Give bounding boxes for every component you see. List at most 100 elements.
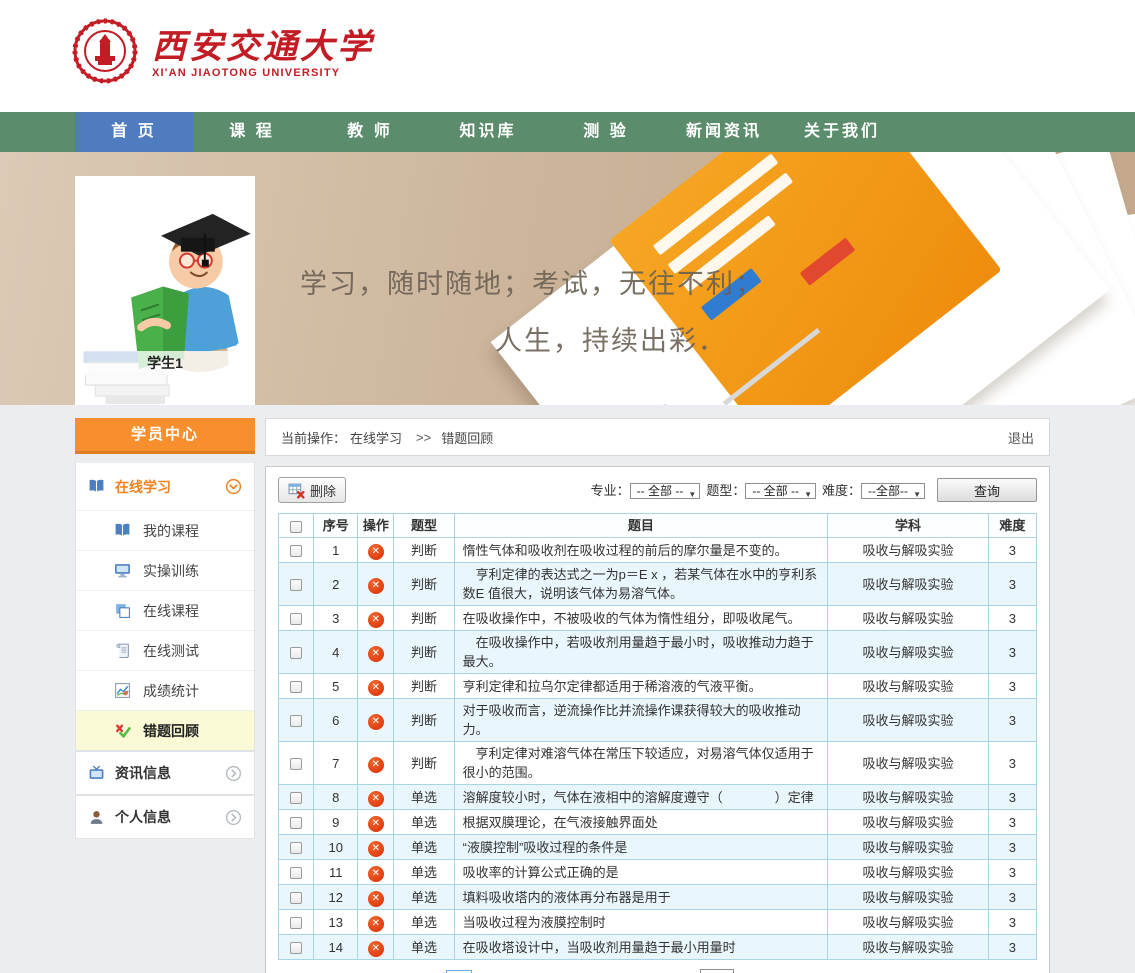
filter-select[interactable]: -- 全部 --	[630, 483, 701, 499]
filter-select[interactable]: -- 全部 --	[745, 483, 816, 499]
table-row: 9 ✕ 单选 根据双膜理论，在气液接触界面处 吸收与解吸实验 3	[279, 810, 1037, 835]
student-card[interactable]: 学生1	[75, 176, 255, 405]
sidebar-subitem[interactable]: 成绩统计	[76, 670, 254, 710]
row-checkbox-cell	[279, 860, 314, 885]
row-checkbox[interactable]	[290, 942, 302, 954]
logout-link[interactable]: 退出	[1008, 428, 1034, 447]
row-type: 判断	[394, 631, 454, 674]
sidebar-menu: 在线学习 我的课程 实操训练 在线课程 在线测试 成绩统计 错题回顾 资讯信息	[75, 462, 255, 839]
row-subject: 吸收与解吸实验	[828, 606, 989, 631]
sidebar-subitem[interactable]: 在线测试	[76, 630, 254, 670]
sidebar-subitem[interactable]: 实操训练	[76, 550, 254, 590]
select-all-checkbox[interactable]	[290, 521, 302, 533]
layers-icon	[114, 602, 131, 619]
delete-row-icon[interactable]: ✕	[368, 578, 384, 594]
row-question: 惰性气体和吸收剂在吸收过程的前后的摩尔量是不变的。	[454, 538, 827, 563]
header-question: 题目	[454, 514, 827, 538]
university-logo[interactable]: 西安交通大学 XI'AN JIAOTONG UNIVERSITY	[72, 18, 374, 89]
sidebar-subitem[interactable]: 在线课程	[76, 590, 254, 630]
delete-row-icon[interactable]: ✕	[368, 714, 384, 730]
query-button[interactable]: 查询	[937, 478, 1037, 502]
breadcrumb-prefix: 当前操作：	[281, 428, 346, 447]
row-subject: 吸收与解吸实验	[828, 785, 989, 810]
row-checkbox[interactable]	[290, 917, 302, 929]
row-checkbox[interactable]	[290, 792, 302, 804]
row-difficulty: 3	[988, 631, 1036, 674]
nav-item[interactable]: 教 师	[311, 112, 429, 152]
row-operation-cell: ✕	[358, 563, 394, 606]
delete-button[interactable]: 删除	[278, 477, 346, 503]
student-name-label: 学生1	[75, 351, 255, 375]
table-row: 1 ✕ 判断 惰性气体和吸收剂在吸收过程的前后的摩尔量是不变的。 吸收与解吸实验…	[279, 538, 1037, 563]
row-checkbox-cell	[279, 935, 314, 960]
nav-item[interactable]: 课 程	[193, 112, 311, 152]
row-checkbox[interactable]	[290, 892, 302, 904]
row-checkbox[interactable]	[290, 545, 302, 557]
row-question: 根据双膜理论，在气液接触界面处	[454, 810, 827, 835]
page-select[interactable]: 1	[700, 969, 734, 973]
row-checkbox[interactable]	[290, 715, 302, 727]
nav-item[interactable]: 首 页	[75, 112, 193, 152]
row-checkbox[interactable]	[290, 842, 302, 854]
row-question: 在吸收操作中，不被吸收的气体为惰性组分，即吸收尾气。	[454, 606, 827, 631]
row-checkbox[interactable]	[290, 867, 302, 879]
row-difficulty: 3	[988, 563, 1036, 606]
row-operation-cell: ✕	[358, 835, 394, 860]
row-checkbox-cell	[279, 810, 314, 835]
delete-row-icon[interactable]: ✕	[368, 544, 384, 560]
delete-row-icon[interactable]: ✕	[368, 841, 384, 857]
row-type: 单选	[394, 935, 454, 960]
sidebar-subitem[interactable]: 我的课程	[76, 510, 254, 550]
chevron-right-circle-icon	[225, 809, 242, 826]
chart-icon	[114, 682, 131, 699]
pagination: 共14条 第1页/共1页 每页 条 首 页 上一页 下一页 末 页 1	[278, 969, 1037, 973]
row-index: 3	[314, 606, 358, 631]
sidebar-subitem[interactable]: 错题回顾	[76, 710, 254, 750]
book-icon	[114, 522, 131, 539]
sidebar-header-student-center[interactable]: 学员中心	[75, 418, 255, 454]
sidebar-item-online-study[interactable]: 在线学习	[76, 462, 254, 510]
row-operation-cell: ✕	[358, 785, 394, 810]
delete-row-icon[interactable]: ✕	[368, 891, 384, 907]
delete-row-icon[interactable]: ✕	[368, 816, 384, 832]
row-difficulty: 3	[988, 674, 1036, 699]
table-row: 10 ✕ 单选 “液膜控制”吸收过程的条件是 吸收与解吸实验 3	[279, 835, 1037, 860]
breadcrumb-online-study[interactable]: 在线学习	[350, 428, 402, 447]
sidebar-subitem-label: 我的课程	[143, 521, 199, 541]
delete-row-icon[interactable]: ✕	[368, 916, 384, 932]
row-question: 在吸收操作中，若吸收剂用量趋于最小时，吸收推动力趋于最大。	[454, 631, 827, 674]
row-checkbox[interactable]	[290, 613, 302, 625]
delete-row-icon[interactable]: ✕	[368, 646, 384, 662]
row-checkbox[interactable]	[290, 647, 302, 659]
row-type: 判断	[394, 742, 454, 785]
sidebar-section[interactable]: 资讯信息	[76, 750, 254, 794]
filter-label: 题型：	[706, 483, 745, 498]
row-checkbox[interactable]	[290, 758, 302, 770]
row-operation-cell: ✕	[358, 699, 394, 742]
delete-row-icon[interactable]: ✕	[368, 680, 384, 696]
nav-item[interactable]: 测 验	[547, 112, 665, 152]
sidebar-section[interactable]: 个人信息	[76, 794, 254, 838]
nav-item[interactable]: 关于我们	[783, 112, 901, 152]
filter-select[interactable]: --全部--	[861, 483, 925, 499]
nav-item[interactable]: 知识库	[429, 112, 547, 152]
row-checkbox[interactable]	[290, 817, 302, 829]
header-operation: 操作	[358, 514, 394, 538]
row-index: 12	[314, 885, 358, 910]
user-icon	[88, 809, 105, 826]
delete-row-icon[interactable]: ✕	[368, 941, 384, 957]
nav-item[interactable]: 新闻资讯	[665, 112, 783, 152]
row-type: 单选	[394, 835, 454, 860]
delete-row-icon[interactable]: ✕	[368, 791, 384, 807]
row-operation-cell: ✕	[358, 885, 394, 910]
delete-row-icon[interactable]: ✕	[368, 612, 384, 628]
row-checkbox[interactable]	[290, 681, 302, 693]
row-checkbox[interactable]	[290, 579, 302, 591]
table-row: 12 ✕ 单选 填料吸收塔内的液体再分布器是用于 吸收与解吸实验 3	[279, 885, 1037, 910]
delete-row-icon[interactable]: ✕	[368, 757, 384, 773]
university-name-en: XI'AN JIAOTONG UNIVERSITY	[152, 67, 374, 79]
row-question: 吸收率的计算公式正确的是	[454, 860, 827, 885]
row-subject: 吸收与解吸实验	[828, 699, 989, 742]
delete-row-icon[interactable]: ✕	[368, 866, 384, 882]
book-icon	[88, 478, 105, 495]
